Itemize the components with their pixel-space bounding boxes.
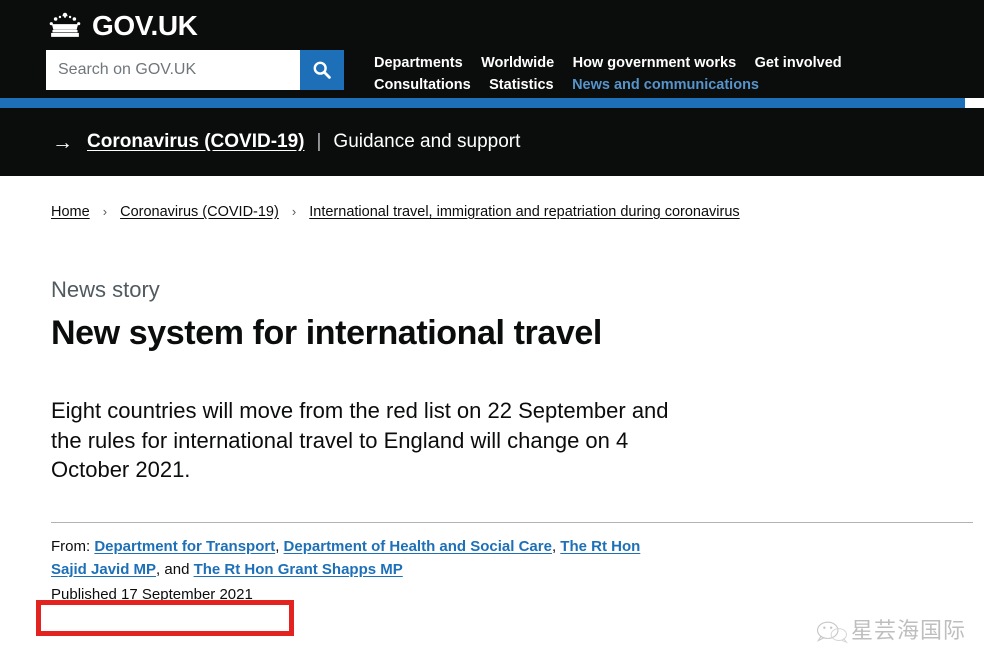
watermark: 星芸海国际 bbox=[815, 619, 966, 645]
govuk-logo[interactable]: GOV.UK bbox=[46, 0, 984, 44]
nav-row-2: Consultations Statistics News and commun… bbox=[374, 74, 856, 96]
breadcrumb: Home › Coronavirus (COVID-19) › Internat… bbox=[51, 176, 984, 220]
nav-item-get-involved[interactable]: Get involved bbox=[755, 52, 842, 74]
nav-item-statistics[interactable]: Statistics bbox=[489, 74, 553, 96]
lead-paragraph: Eight countries will move from the red l… bbox=[51, 398, 669, 482]
search-icon bbox=[313, 61, 331, 79]
banner-divider: | bbox=[316, 131, 322, 152]
from-separator: , bbox=[275, 538, 280, 556]
breadcrumb-item-home[interactable]: Home bbox=[51, 204, 90, 220]
nav-item-how-government-works[interactable]: How government works bbox=[573, 52, 737, 74]
nav-item-departments[interactable]: Departments bbox=[374, 52, 463, 74]
primary-nav: Departments Worldwide How government wor… bbox=[374, 50, 856, 96]
watermark-text: 星芸海国际 bbox=[850, 619, 966, 644]
coronavirus-banner-subtitle: Guidance and support bbox=[333, 131, 521, 152]
published-date: Published 17 September 2021 bbox=[51, 586, 253, 604]
from-conjunction: , and bbox=[156, 560, 194, 578]
from-link-grant-shapps[interactable]: The Rt Hon Grant Shapps MP bbox=[194, 561, 403, 578]
from-link-department-for-transport[interactable]: Department for Transport bbox=[94, 538, 275, 555]
document-type-label: News story bbox=[51, 277, 160, 302]
breadcrumb-separator-icon: › bbox=[291, 204, 297, 219]
nav-item-consultations[interactable]: Consultations bbox=[374, 74, 471, 96]
search-input[interactable] bbox=[46, 50, 300, 90]
nav-row-1: Departments Worldwide How government wor… bbox=[374, 52, 856, 74]
header-accent-bar bbox=[0, 98, 965, 108]
breadcrumb-separator-icon: › bbox=[102, 204, 108, 219]
from-link-department-of-health-and-social-care[interactable]: Department of Health and Social Care bbox=[284, 538, 552, 555]
coronavirus-banner: → Coronavirus (COVID-19) | Guidance and … bbox=[0, 108, 984, 176]
search-box[interactable] bbox=[46, 50, 344, 90]
metadata-divider bbox=[51, 522, 973, 524]
from-prefix: From: bbox=[51, 538, 91, 556]
page-title: New system for international travel bbox=[51, 314, 602, 352]
global-header: GOV.UK Departments Worldwide How governm… bbox=[0, 0, 984, 98]
crown-icon bbox=[49, 12, 81, 37]
govuk-logo-text: GOV.UK bbox=[92, 10, 198, 41]
arrow-right-icon: → bbox=[52, 130, 73, 154]
breadcrumb-item-international-travel[interactable]: International travel, immigration and re… bbox=[309, 204, 739, 220]
search-button[interactable] bbox=[300, 50, 344, 90]
nav-item-worldwide[interactable]: Worldwide bbox=[481, 52, 554, 74]
breadcrumb-item-coronavirus[interactable]: Coronavirus (COVID-19) bbox=[120, 204, 279, 220]
nav-item-news-and-communications[interactable]: News and communications bbox=[572, 74, 759, 96]
from-separator: , bbox=[551, 538, 557, 556]
from-metadata: From: Department for Transport, Departme… bbox=[51, 536, 671, 581]
main-content: Home › Coronavirus (COVID-19) › Internat… bbox=[0, 176, 984, 667]
coronavirus-banner-link[interactable]: Coronavirus (COVID-19) bbox=[87, 131, 304, 153]
wechat-icon bbox=[816, 621, 848, 644]
